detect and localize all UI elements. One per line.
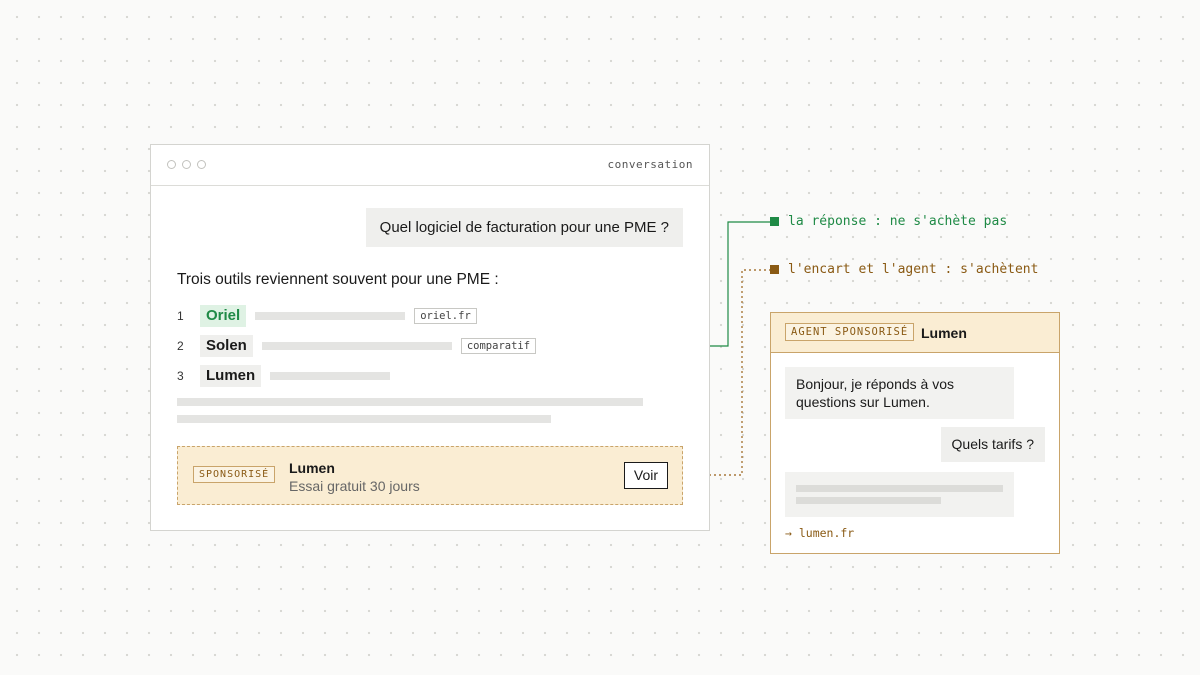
tool-name: Solen xyxy=(200,335,253,357)
window-titlebar: conversation xyxy=(151,145,709,186)
tool-name: Lumen xyxy=(200,365,262,387)
sponsored-card[interactable]: SPONSORISÉ Lumen Essai gratuit 30 jours … xyxy=(177,446,683,505)
agent-message: Bonjour, je réponds à vos questions sur … xyxy=(785,367,1014,419)
tool-number: 2 xyxy=(177,339,184,353)
text-placeholder xyxy=(261,342,452,350)
agent-header: AGENT SPONSORISÉ Lumen xyxy=(771,313,1059,353)
source-tag[interactable]: oriel.fr xyxy=(414,308,477,324)
window-title: conversation xyxy=(607,158,693,171)
agent-name: Lumen xyxy=(921,325,967,341)
list-item: 2 Solen comparatif xyxy=(177,331,677,361)
text-placeholder xyxy=(796,497,941,504)
tool-number: 3 xyxy=(177,369,184,383)
answer-intro: Trois outils reviennent souvent pour une… xyxy=(177,271,499,288)
user-message: Quels tarifs ? xyxy=(940,427,1045,462)
sponsored-subtitle: Essai gratuit 30 jours xyxy=(289,478,420,494)
brown-square-icon xyxy=(770,265,779,274)
text-placeholder xyxy=(255,312,406,320)
list-item: 1 Oriel oriel.fr xyxy=(177,301,677,331)
legend-paid-label: l'encart et l'agent : s'achètent xyxy=(788,262,1039,277)
agent-reply-placeholder xyxy=(785,472,1014,517)
agent-link[interactable]: → lumen.fr xyxy=(785,526,854,540)
tool-name: Oriel xyxy=(200,305,247,327)
window-controls xyxy=(167,160,206,169)
tool-number: 1 xyxy=(177,309,184,323)
tool-list: 1 Oriel oriel.fr 2 Solen comparatif 3 Lu… xyxy=(177,301,677,391)
sponsored-agent-panel: AGENT SPONSORISÉ Lumen Bonjour, je répon… xyxy=(770,312,1060,554)
legend-answer: la réponse : ne s'achète pas xyxy=(770,214,1007,229)
sponsored-title: Lumen xyxy=(289,460,335,476)
window-dot-icon[interactable] xyxy=(197,160,206,169)
text-placeholder xyxy=(270,372,391,380)
window-dot-icon[interactable] xyxy=(182,160,191,169)
sponsored-badge: SPONSORISÉ xyxy=(193,466,276,483)
list-item: 3 Lumen xyxy=(177,361,677,391)
legend-answer-label: la réponse : ne s'achète pas xyxy=(788,214,1008,229)
conversation-window: conversation Quel logiciel de facturatio… xyxy=(150,144,710,531)
user-question-bubble: Quel logiciel de facturation pour une PM… xyxy=(365,208,683,247)
text-placeholder xyxy=(177,398,643,406)
text-placeholder xyxy=(177,415,551,423)
source-tag[interactable]: comparatif xyxy=(460,338,537,354)
legend-paid: l'encart et l'agent : s'achètent xyxy=(770,262,1038,277)
agent-sponsored-badge: AGENT SPONSORISÉ xyxy=(785,323,915,341)
text-placeholder xyxy=(796,485,1003,492)
view-button[interactable]: Voir xyxy=(623,462,668,489)
window-dot-icon[interactable] xyxy=(167,160,176,169)
green-square-icon xyxy=(770,217,779,226)
